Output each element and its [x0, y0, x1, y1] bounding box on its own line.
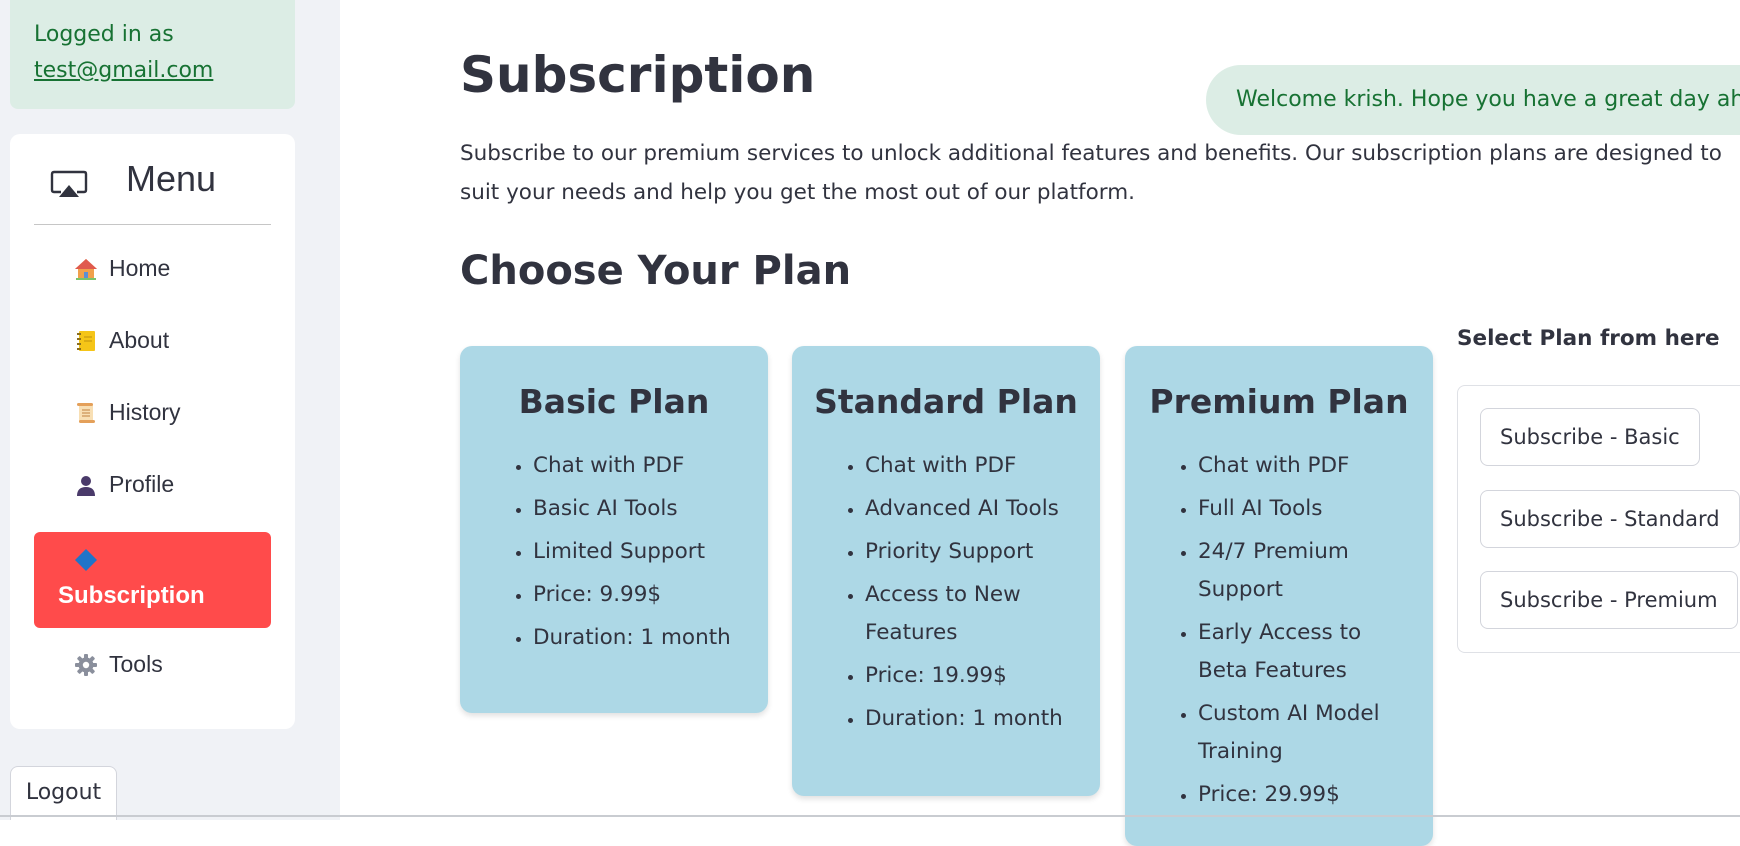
sidebar-item-history[interactable]: History — [34, 384, 271, 442]
subscribe-standard-button[interactable]: Subscribe - Standard — [1480, 490, 1740, 548]
sidebar-item-label: History — [109, 399, 181, 425]
sidebar-item-label: Tools — [109, 651, 163, 677]
scroll-icon — [77, 403, 95, 423]
plan-feature: Advanced AI Tools — [865, 490, 1100, 528]
menu-header: Menu — [34, 134, 271, 225]
plan-name: Basic Plan — [518, 382, 710, 421]
sidebar-item-home[interactable]: Home — [34, 240, 271, 298]
sidebar-item-about[interactable]: About — [34, 312, 271, 370]
sidebar-item-label: Subscription — [58, 582, 205, 609]
plan-feature: Priority Support — [865, 533, 1100, 571]
plan-feature: Chat with PDF — [865, 447, 1100, 485]
login-status-box: Logged in as test@gmail.com — [10, 0, 295, 109]
sidebar-item-label: Home — [109, 255, 171, 281]
plan-feature: Limited Support — [533, 533, 768, 571]
menu-title: Menu — [126, 158, 217, 199]
user-silhouette-icon — [77, 476, 95, 496]
plan-feature: Full AI Tools — [1198, 490, 1433, 528]
select-plan-box: Subscribe - Basic Subscribe - Standard S… — [1457, 385, 1740, 653]
page-title: Subscription — [460, 46, 816, 104]
sidebar-item-subscription[interactable]: Subscription — [34, 532, 271, 628]
plan-card-basic: Basic Plan Chat with PDF Basic AI Tools … — [460, 346, 768, 713]
main-content: Subscription Welcome krish. Hope you hav… — [340, 0, 1740, 846]
screen-cast-icon — [50, 170, 88, 197]
welcome-toast: Welcome krish. Hope you have a great day… — [1206, 65, 1740, 135]
sidebar-item-label: About — [109, 327, 170, 353]
plan-feature: Basic AI Tools — [533, 490, 768, 528]
subscribe-basic-button[interactable]: Subscribe - Basic — [1480, 408, 1700, 466]
plan-features: Chat with PDF Full AI Tools 24/7 Premium… — [1125, 447, 1433, 819]
plan-feature: 24/7 Premium Support — [1198, 533, 1433, 609]
sidebar-item-tools[interactable]: Tools — [34, 636, 271, 694]
plan-feature: Custom AI Model Training — [1198, 695, 1433, 771]
subscribe-premium-button[interactable]: Subscribe - Premium — [1480, 571, 1738, 629]
sidebar-item-profile[interactable]: Profile — [34, 456, 271, 514]
plan-feature: Duration: 1 month — [533, 619, 768, 657]
plan-feature: Access to New Features — [865, 576, 1100, 652]
plan-features: Chat with PDF Basic AI Tools Limited Sup… — [460, 447, 768, 662]
section-title: Choose Your Plan — [460, 248, 852, 294]
sidebar: Logged in as test@gmail.com Menu Home Ab… — [0, 0, 340, 820]
house-icon — [75, 259, 97, 280]
plan-card-standard: Standard Plan Chat with PDF Advanced AI … — [792, 346, 1100, 796]
intro-text: Subscribe to our premium services to unl… — [460, 141, 1722, 205]
plan-feature: Chat with PDF — [1198, 447, 1433, 485]
notebook-icon — [77, 331, 95, 351]
blue-diamond-icon — [75, 549, 97, 571]
logout-button[interactable]: Logout — [10, 766, 117, 820]
plan-feature: Price: 19.99$ — [865, 657, 1100, 695]
login-email[interactable]: test@gmail.com — [34, 53, 271, 89]
login-prefix: Logged in as — [34, 22, 174, 47]
plan-card-premium: Premium Plan Chat with PDF Full AI Tools… — [1125, 346, 1433, 846]
plan-feature: Early Access to Beta Features — [1198, 614, 1433, 690]
gear-icon — [75, 654, 97, 676]
plan-feature: Price: 29.99$ — [1198, 776, 1433, 814]
select-plan-label: Select Plan from here — [1457, 326, 1720, 351]
bottom-divider — [0, 815, 1740, 817]
plan-features: Chat with PDF Advanced AI Tools Priority… — [792, 447, 1100, 743]
plan-feature: Chat with PDF — [533, 447, 768, 485]
plan-name: Standard Plan — [814, 382, 1078, 421]
plan-feature: Price: 9.99$ — [533, 576, 768, 614]
menu-card: Menu Home About History Profile Subscrip… — [10, 134, 295, 729]
plan-name: Premium Plan — [1149, 382, 1409, 421]
plan-feature: Duration: 1 month — [865, 700, 1100, 738]
sidebar-item-label: Profile — [109, 471, 175, 497]
